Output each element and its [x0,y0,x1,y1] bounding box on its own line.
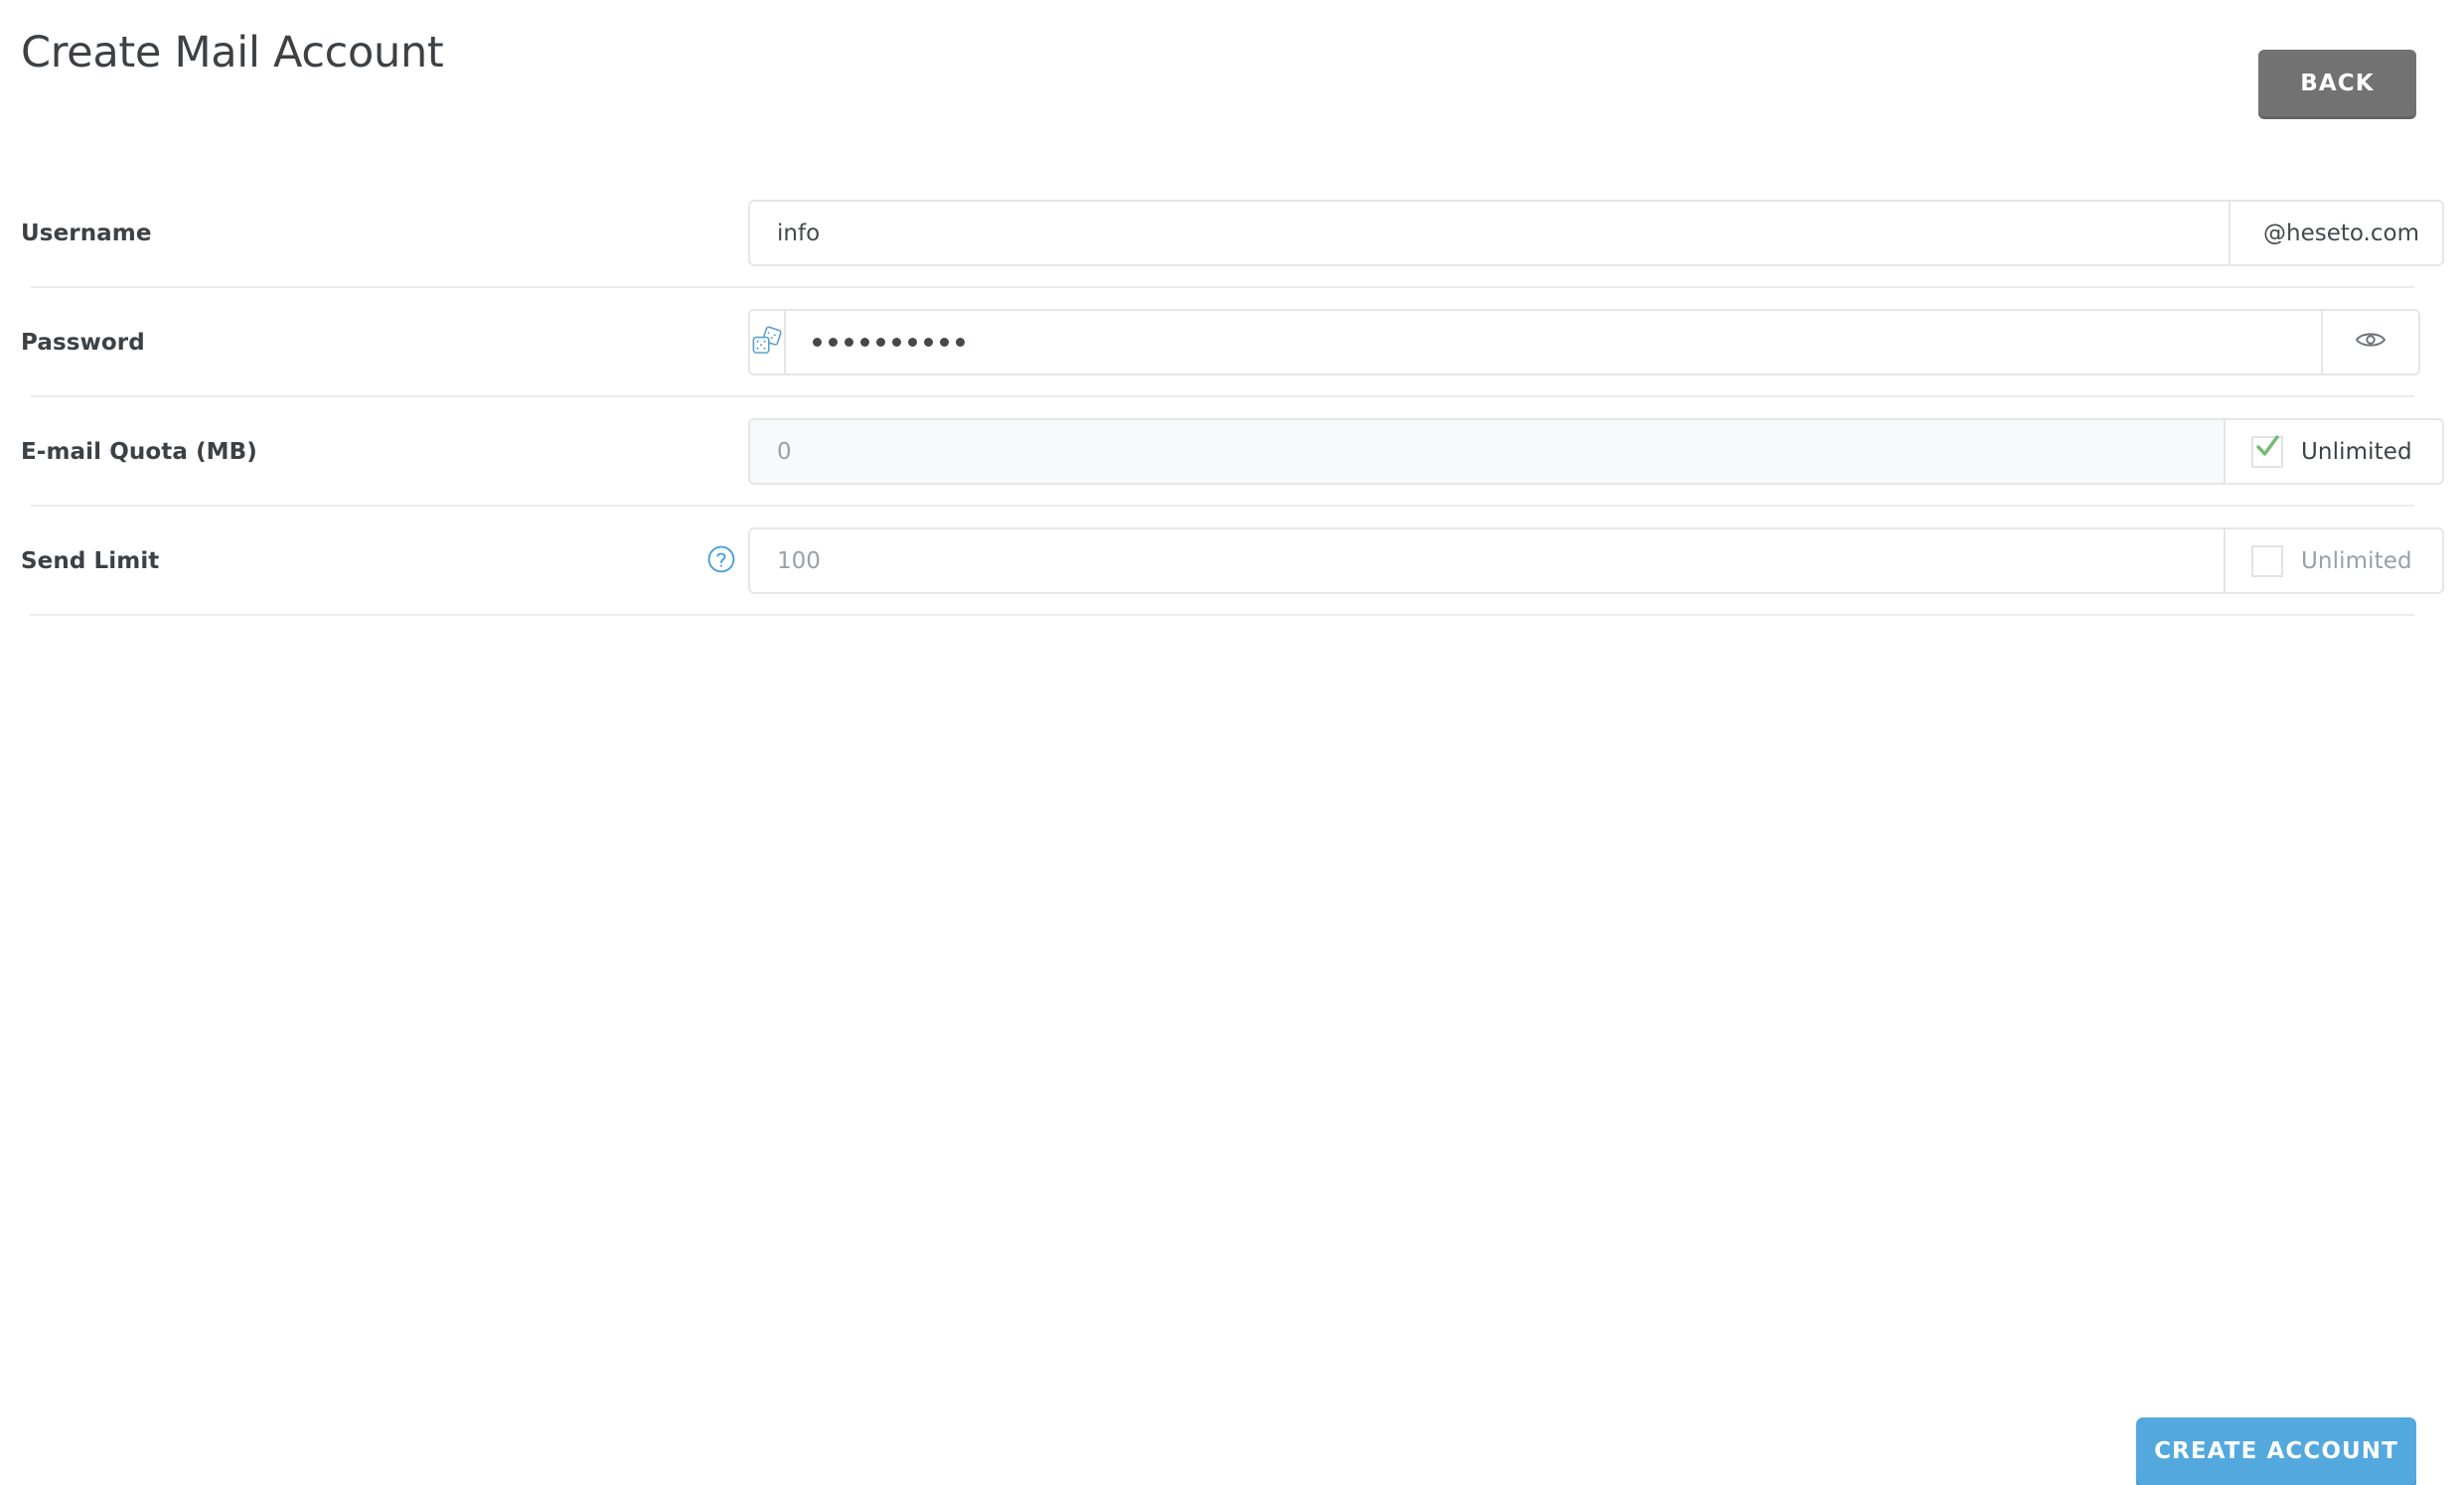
form-row-username: Username info @heseto.com [21,179,2444,288]
create-account-button[interactable]: CREATE ACCOUNT [2136,1417,2416,1485]
send-limit-help-button[interactable] [706,507,736,616]
username-control-group: info @heseto.com [748,200,2444,266]
username-domain-addon: @heseto.com [2231,200,2444,266]
send-limit-label: Send Limit [21,548,160,574]
help-circle-icon [706,544,736,578]
mail-account-form: Username info @heseto.com Password E-mai… [0,179,2464,616]
email-quota-placeholder: 0 [777,438,792,465]
dice-icon [750,326,784,360]
password-input[interactable] [784,309,2323,375]
form-row-password: Password [21,288,2420,397]
back-button[interactable]: BACK [2258,50,2416,116]
email-quota-unlimited-checkbox[interactable]: Unlimited [2226,418,2444,485]
toggle-password-visibility-button[interactable] [2323,309,2420,375]
email-quota-input[interactable]: 0 [748,418,2226,485]
generate-password-button[interactable] [748,309,784,375]
email-quota-unlimited-label: Unlimited [2301,438,2412,465]
password-control-group [748,309,2420,375]
send-limit-control-group: 100 Unlimited [748,527,2444,594]
send-limit-unlimited-label: Unlimited [2301,547,2412,574]
email-quota-control-group: 0 Unlimited [748,418,2444,485]
form-row-send-limit: Send Limit 100 Unlimited [21,507,2444,616]
send-limit-input[interactable]: 100 [748,527,2226,594]
form-footer: CREATE ACCOUNT [0,695,2464,1485]
checkbox-unchecked-box [2251,544,2283,577]
username-label: Username [21,221,152,246]
checkbox-checked-box [2251,434,2283,468]
create-mail-account-page: Create Mail Account BACK Username info @… [0,0,2464,1485]
password-label: Password [21,330,145,356]
send-limit-placeholder: 100 [777,547,821,574]
send-limit-unlimited-checkbox[interactable]: Unlimited [2226,527,2444,594]
email-quota-label: E-mail Quota (MB) [21,439,257,465]
eye-icon [2355,329,2387,357]
password-masked-value [813,338,965,347]
username-input[interactable]: info [748,200,2231,266]
form-row-email-quota: E-mail Quota (MB) 0 Unlimited [21,397,2444,507]
page-title: Create Mail Account [21,28,444,77]
page-header: Create Mail Account BACK [0,0,2464,159]
check-icon [2256,434,2279,456]
